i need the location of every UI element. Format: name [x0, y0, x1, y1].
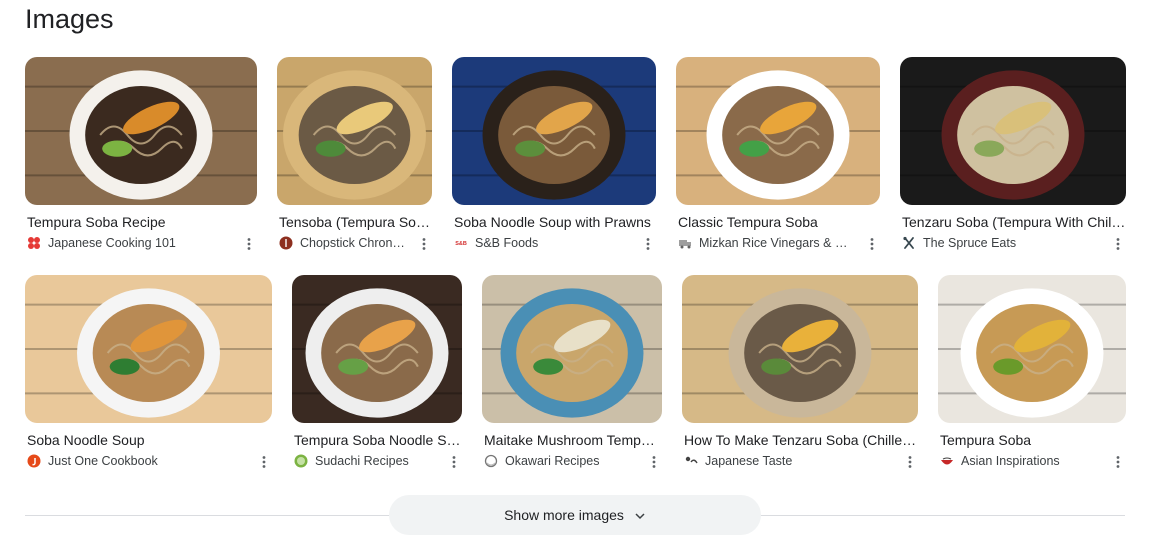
show-more-images-button[interactable]: Show more images — [389, 495, 761, 535]
image-source[interactable]: The Spruce Eats — [902, 236, 1100, 250]
more-options-icon[interactable] — [241, 236, 257, 252]
svg-text:S&B: S&B — [455, 241, 467, 247]
image-thumbnail[interactable] — [482, 275, 662, 423]
image-caption[interactable]: Tempura Soba — [940, 432, 1126, 448]
image-thumbnail[interactable] — [25, 57, 257, 205]
ring-icon — [484, 454, 498, 468]
source-name: Asian Inspirations — [961, 454, 1060, 468]
more-options-icon[interactable] — [256, 454, 272, 470]
image-caption[interactable]: Tempura Soba Recipe — [27, 214, 257, 230]
image-result-card[interactable]: Soba Noodle Soup Just One Cookbook — [25, 275, 272, 472]
image-thumbnail[interactable] — [676, 57, 880, 205]
image-thumbnail[interactable] — [682, 275, 918, 423]
image-source[interactable]: Sudachi Recipes — [294, 454, 436, 468]
image-source[interactable]: Mizkan Rice Vinegars & Sauces — [678, 236, 854, 250]
source-name: S&B Foods — [475, 236, 539, 250]
source-name: Sudachi Recipes — [315, 454, 409, 468]
image-caption[interactable]: Tempura Soba Noodle Soup — [294, 432, 462, 448]
source-name: The Spruce Eats — [923, 236, 1017, 250]
image-thumbnail[interactable] — [25, 275, 272, 423]
image-result-card[interactable]: Tempura Soba Noodle Soup Sudachi Recipes — [292, 275, 462, 472]
image-result-card[interactable]: Soba Noodle Soup with Prawns S&B S&B Foods — [452, 57, 656, 254]
image-source[interactable]: Chopstick Chronicles — [279, 236, 406, 250]
image-caption[interactable]: Soba Noodle Soup with Prawns — [454, 214, 656, 230]
images-section-title: Images — [25, 4, 114, 34]
more-options-icon[interactable] — [646, 454, 662, 470]
more-options-icon[interactable] — [1110, 236, 1126, 252]
image-thumbnail[interactable] — [900, 57, 1126, 205]
image-caption[interactable]: How To Make Tenzaru Soba (Chilled Soba w… — [684, 432, 918, 448]
image-result-card[interactable]: Maitake Mushroom Tempura Soba Okawari Rec… — [482, 275, 662, 472]
source-name: Chopstick Chronicles — [300, 236, 406, 250]
image-caption[interactable]: Maitake Mushroom Tempura Soba — [484, 432, 662, 448]
image-source[interactable]: Asian Inspirations — [940, 454, 1100, 468]
image-source[interactable]: Okawari Recipes — [484, 454, 636, 468]
image-source[interactable]: Japanese Taste — [684, 454, 892, 468]
image-thumbnail[interactable] — [277, 57, 432, 205]
source-name: Japanese Cooking 101 — [48, 236, 176, 250]
more-options-icon[interactable] — [1110, 454, 1126, 470]
truck-icon — [678, 236, 692, 250]
image-result-card[interactable]: Tempura Soba Asian Inspirations — [938, 275, 1126, 472]
image-result-card[interactable]: Tenzaru Soba (Tempura With Chilled Soba)… — [900, 57, 1126, 254]
image-thumbnail[interactable] — [938, 275, 1126, 423]
chopstick-circle-icon — [279, 236, 293, 250]
source-name: Mizkan Rice Vinegars & Sauces — [699, 236, 854, 250]
image-caption[interactable]: Classic Tempura Soba — [678, 214, 880, 230]
image-source[interactable]: Just One Cookbook — [27, 454, 246, 468]
image-source[interactable]: Japanese Cooking 101 — [27, 236, 231, 250]
jt-logo-icon — [684, 454, 698, 468]
red-flower-icon — [27, 236, 41, 250]
lime-icon — [294, 454, 308, 468]
utensils-icon — [902, 236, 916, 250]
bowl-icon — [940, 454, 954, 468]
image-result-card[interactable]: How To Make Tenzaru Soba (Chilled Soba w… — [682, 275, 918, 472]
image-caption[interactable]: Tenzaru Soba (Tempura With Chilled Soba) — [902, 214, 1126, 230]
image-caption[interactable]: Soba Noodle Soup — [27, 432, 272, 448]
image-result-card[interactable]: Tempura Soba Recipe Japanese Cooking 101 — [25, 57, 257, 254]
image-caption[interactable]: Tensoba (Tempura Soba) Recipe — [279, 214, 432, 230]
more-options-icon[interactable] — [416, 236, 432, 252]
more-options-icon[interactable] — [864, 236, 880, 252]
chevron-down-icon — [634, 509, 646, 521]
image-thumbnail[interactable] — [292, 275, 462, 423]
source-name: Just One Cookbook — [48, 454, 158, 468]
sb-logo-icon: S&B — [454, 236, 468, 250]
image-thumbnail[interactable] — [452, 57, 656, 205]
more-options-icon[interactable] — [640, 236, 656, 252]
more-options-icon[interactable] — [446, 454, 462, 470]
source-name: Okawari Recipes — [505, 454, 600, 468]
more-options-icon[interactable] — [902, 454, 918, 470]
image-result-card[interactable]: Classic Tempura Soba Mizkan Rice Vinegars… — [676, 57, 880, 254]
source-name: Japanese Taste — [705, 454, 793, 468]
image-source[interactable]: S&B S&B Foods — [454, 236, 630, 250]
joc-logo-icon — [27, 454, 41, 468]
image-result-card[interactable]: Tensoba (Tempura Soba) Recipe Chopstick C… — [277, 57, 432, 254]
show-more-label: Show more images — [504, 507, 624, 523]
